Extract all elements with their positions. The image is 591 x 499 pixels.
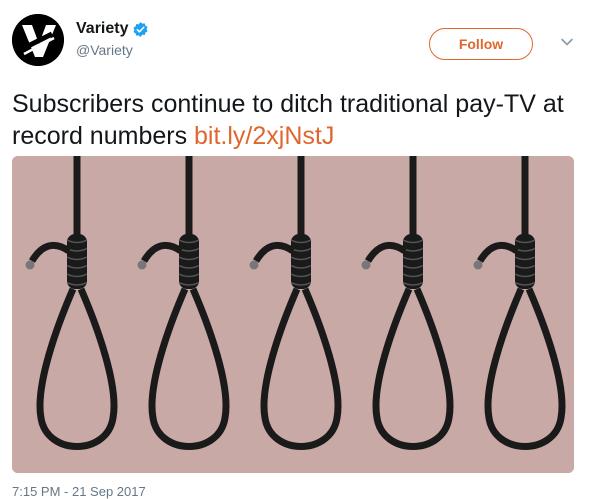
chevron-down-icon[interactable] (559, 34, 575, 50)
display-name[interactable]: Variety (76, 20, 128, 38)
verified-badge-icon (133, 21, 148, 37)
account-info: Variety @Variety (76, 20, 149, 58)
tweet-text: Subscribers continue to ditch traditiona… (12, 88, 577, 152)
follow-button[interactable]: Follow (429, 28, 533, 60)
nooses-image (12, 156, 574, 473)
tweet-header: Variety @Variety Follow (12, 14, 577, 70)
tweet-card: Variety @Variety Follow Subscribers cont… (0, 0, 591, 499)
handle[interactable]: @Variety (76, 42, 149, 58)
avatar[interactable] (12, 14, 64, 66)
variety-logo-icon (12, 14, 64, 66)
display-name-row[interactable]: Variety (76, 20, 149, 38)
media-image[interactable] (12, 156, 574, 473)
tweet-link[interactable]: bit.ly/2xjNstJ (194, 122, 334, 150)
timestamp[interactable]: 7:15 PM - 21 Sep 2017 (12, 484, 146, 499)
